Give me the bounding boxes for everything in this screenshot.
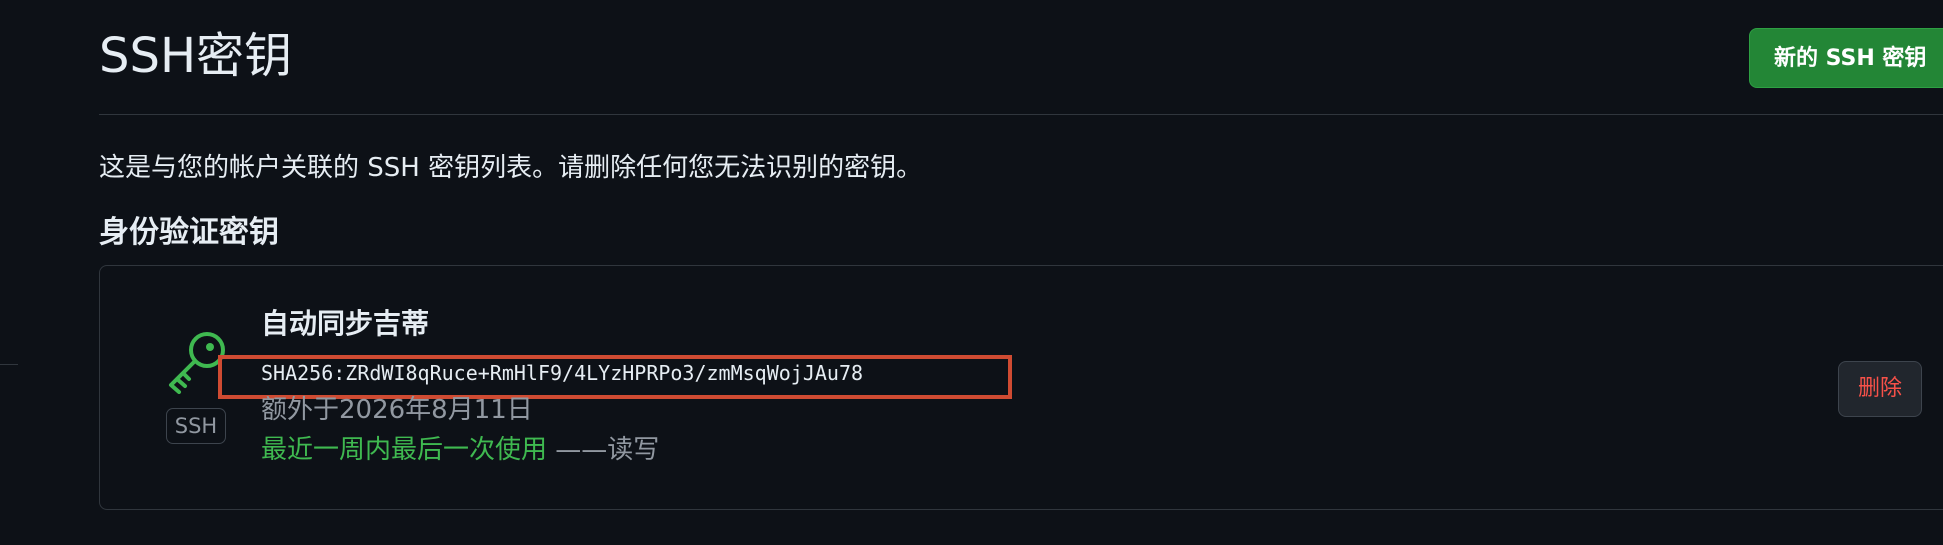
authentication-keys-heading: 身份验证密钥 bbox=[99, 215, 279, 250]
page-title: SSH密钥 bbox=[99, 28, 293, 84]
new-ssh-key-button[interactable]: 新的 SSH 密钥 bbox=[1749, 28, 1943, 88]
ssh-badge: SSH bbox=[166, 408, 226, 444]
key-fingerprint: SHA256:ZRdWI8qRuce+RmHlF9/4LYzHPRPo3/zmM… bbox=[261, 361, 864, 385]
access-level-text: ——读写 bbox=[555, 435, 660, 465]
key-icon bbox=[164, 328, 230, 394]
key-added-date: 额外于2026年8月11日 bbox=[261, 395, 533, 425]
key-last-used: 最近一周内最后一次使用 ——读写 bbox=[261, 432, 659, 468]
keys-description: 这是与您的帐户关联的 SSH 密钥列表。请删除任何您无法识别的密钥。 bbox=[99, 153, 923, 183]
last-used-text: 最近一周内最后一次使用 bbox=[261, 435, 548, 465]
left-divider bbox=[0, 364, 18, 365]
ssh-key-item: SSH 自动同步吉蒂 SHA256:ZRdWI8qRuce+RmHlF9/4LY… bbox=[99, 265, 1943, 510]
delete-key-button[interactable]: 删除 bbox=[1838, 361, 1922, 417]
key-title: 自动同步吉蒂 bbox=[261, 307, 430, 340]
ssh-keys-page: SSH密钥 新的 SSH 密钥 这是与您的帐户关联的 SSH 密钥列表。请删除任… bbox=[0, 0, 1943, 545]
page-header: SSH密钥 新的 SSH 密钥 bbox=[99, 0, 1943, 115]
